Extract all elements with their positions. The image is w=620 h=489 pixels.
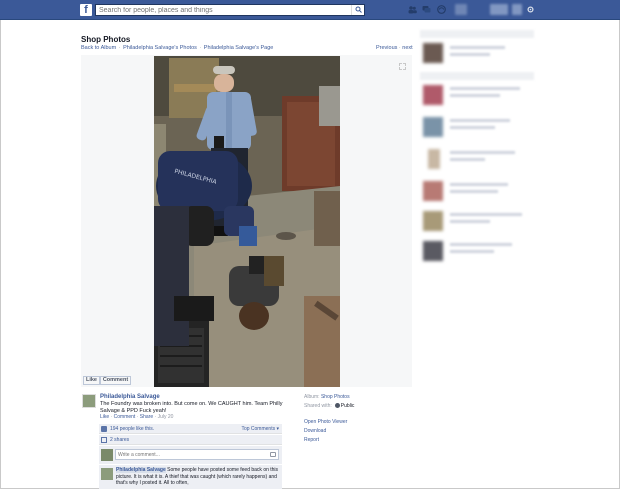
home-link-blurred[interactable] — [512, 4, 522, 15]
post-like-link[interactable]: Like — [100, 414, 109, 420]
ticker-thumbnail — [423, 85, 443, 105]
search-input[interactable] — [99, 5, 349, 15]
top-bar: f — [0, 0, 620, 20]
post-comment-link[interactable]: Comment — [114, 414, 136, 420]
search-box[interactable] — [95, 4, 365, 16]
ticker-divider-blurred — [420, 72, 534, 80]
ticker-thumbnail — [423, 211, 443, 231]
ticker-item[interactable] — [420, 178, 534, 204]
post-author[interactable]: Philadelphia Salvage — [100, 394, 160, 400]
likes-count[interactable]: 194 people like this. — [110, 426, 154, 432]
ticker-thumbnail — [423, 117, 443, 137]
thumbs-up-icon — [101, 426, 107, 432]
ticker-item[interactable] — [420, 146, 534, 172]
ticker-item[interactable] — [420, 238, 534, 264]
ticker-header-blurred — [420, 30, 534, 38]
profile-avatar-blurred[interactable] — [455, 4, 467, 15]
share-icon — [101, 437, 107, 443]
shares-summary: 2 shares — [99, 435, 282, 445]
search-button[interactable] — [351, 5, 364, 15]
post-date[interactable]: July 20 — [158, 414, 174, 420]
ticker-thumbnail — [423, 43, 443, 63]
ticker-item[interactable] — [420, 82, 534, 108]
ticker-item[interactable] — [420, 40, 534, 66]
album-label: Album: — [304, 394, 320, 400]
commenter-avatar[interactable] — [101, 468, 113, 480]
comment-composer — [99, 446, 282, 464]
globe-icon — [334, 403, 340, 408]
previous-link[interactable]: Previous — [376, 45, 397, 51]
post-share-link[interactable]: Share — [140, 414, 153, 420]
facebook-logo[interactable]: f — [80, 4, 92, 16]
comment-input-box[interactable] — [115, 449, 279, 460]
comment-body: Philadelphia Salvage Some people have po… — [116, 467, 280, 487]
shared-with-value[interactable]: Public — [341, 403, 355, 409]
likes-summary: 194 people like this. Top Comments ▾ — [99, 424, 282, 434]
ticker-thumbnail — [423, 181, 443, 201]
photo-comment-button[interactable]: Comment — [100, 376, 131, 385]
download-link[interactable]: Download — [304, 428, 326, 434]
notifications-icon[interactable] — [437, 5, 446, 14]
camera-icon[interactable] — [270, 452, 276, 457]
album-link[interactable]: Shop Photos — [321, 394, 350, 400]
search-icon — [355, 6, 362, 13]
author-avatar[interactable] — [82, 394, 96, 408]
page-title: Shop Photos — [81, 35, 131, 44]
breadcrumb-photos[interactable]: Philadelphia Salvage's Photos — [123, 45, 197, 51]
comment-input[interactable] — [118, 451, 268, 459]
shares-count[interactable]: 2 shares — [110, 437, 129, 443]
settings-icon[interactable] — [527, 6, 534, 13]
main-photo[interactable]: PHILADELPHIA — [154, 56, 340, 387]
fullscreen-icon[interactable] — [399, 63, 406, 70]
viewer-avatar — [101, 449, 113, 461]
photo-like-button[interactable]: Like — [83, 376, 100, 385]
friend-requests-icon[interactable] — [408, 5, 417, 14]
ticker-item[interactable] — [420, 114, 534, 140]
photo-stage: PHILADELPHIA Like Comment — [81, 55, 412, 387]
breadcrumb-page[interactable]: Philadelphia Salvage's Page — [204, 45, 274, 51]
photo-pager: Previous · next — [376, 45, 413, 51]
next-link[interactable]: next — [402, 45, 412, 51]
messages-icon[interactable] — [422, 5, 431, 14]
ticker-thumbnail — [423, 241, 443, 261]
top-comments-selector[interactable]: Top Comments ▾ — [241, 426, 279, 432]
breadcrumb: Back to Album · Philadelphia Salvage's P… — [81, 45, 274, 51]
profile-name-blurred[interactable] — [490, 4, 508, 15]
ticker-thumbnail — [428, 149, 440, 169]
ticker-item[interactable] — [420, 208, 534, 234]
album-info: Album: Shop Photos — [304, 394, 350, 400]
privacy-info: Shared with: Public — [304, 403, 354, 409]
shared-with-label: Shared with: — [304, 403, 332, 409]
open-photo-viewer-link[interactable]: Open Photo Viewer — [304, 419, 347, 425]
post-text: The Foundry was broken into. But come on… — [100, 401, 283, 414]
comment-item: Philadelphia Salvage Some people have po… — [99, 465, 282, 489]
post-meta: Like · Comment · Share · July 20 — [100, 414, 174, 420]
breadcrumb-back-to-album[interactable]: Back to Album — [81, 45, 116, 51]
report-link[interactable]: Report — [304, 437, 319, 443]
top-comments-label: Top Comments — [241, 426, 276, 432]
commenter-name[interactable]: Philadelphia Salvage — [116, 467, 166, 473]
